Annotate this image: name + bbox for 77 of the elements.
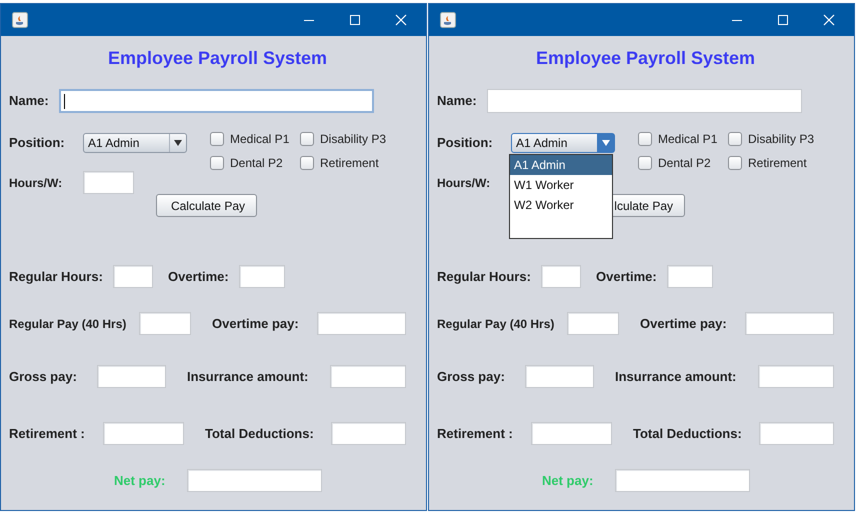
field-label: Overtime: <box>596 268 658 286</box>
output-field[interactable] <box>139 312 191 335</box>
name-field[interactable] <box>59 89 374 113</box>
net-pay-label: Net pay: <box>114 472 166 490</box>
checkbox-label: Dental P2 <box>658 155 711 172</box>
output-field[interactable] <box>758 365 834 388</box>
field-label: Name: <box>437 92 478 110</box>
checkbox[interactable] <box>300 132 314 146</box>
field-label: Overtime pay: <box>640 314 728 333</box>
field-label: Regular Pay (40 Hrs) <box>9 316 128 332</box>
field-label: Regular Pay (40 Hrs) <box>437 316 556 332</box>
field-label: Insurrance amount: <box>187 368 310 386</box>
checkbox[interactable] <box>210 132 224 146</box>
checkbox-label: Disability P3 <box>320 131 386 148</box>
dropdown-option[interactable]: A1 Admin <box>510 155 612 175</box>
checkbox[interactable] <box>638 156 652 170</box>
checkbox-label: Disability P3 <box>748 131 814 148</box>
caret-icon <box>602 140 610 146</box>
field-label: Total Deductions: <box>205 424 315 443</box>
cup-icon <box>12 12 28 28</box>
field-label: Gross pay: <box>9 368 78 386</box>
checkbox[interactable] <box>300 156 314 170</box>
output-field[interactable] <box>239 265 285 288</box>
name-field[interactable] <box>487 89 802 113</box>
output-field[interactable] <box>745 312 834 335</box>
field-label: Hours/W: <box>437 174 492 192</box>
checkbox-label: Retirement <box>748 155 807 172</box>
caret-icon <box>174 140 182 146</box>
maximize-icon[interactable] <box>349 14 361 26</box>
net-pay-field[interactable] <box>615 469 750 492</box>
checkbox-label: Dental P2 <box>230 155 283 172</box>
output-field[interactable] <box>97 365 166 388</box>
output-field[interactable] <box>567 312 619 335</box>
field-label: Overtime pay: <box>212 314 300 333</box>
calculate-button[interactable]: Calculate Pay <box>156 194 257 217</box>
hours-field[interactable] <box>83 171 134 194</box>
output-field[interactable] <box>113 265 153 288</box>
checkbox[interactable] <box>638 132 652 146</box>
field-label: Regular Hours: <box>9 268 104 286</box>
dropdown-option[interactable]: W1 Worker <box>510 175 612 195</box>
field-label: Retirement : <box>437 424 514 443</box>
app-heading: Employee Payroll System <box>108 47 328 69</box>
net-pay-label: Net pay: <box>542 472 594 490</box>
checkbox-label: Medical P1 <box>658 131 718 148</box>
field-label: Gross pay: <box>437 368 506 386</box>
field-label: Overtime: <box>168 268 230 286</box>
field-label: Hours/W: <box>9 174 64 192</box>
output-field[interactable] <box>759 422 834 445</box>
output-field[interactable] <box>541 265 581 288</box>
field-label: Total Deductions: <box>633 424 743 443</box>
position-dropdown[interactable]: A1 Admin <box>511 133 615 153</box>
output-field[interactable] <box>331 422 406 445</box>
field-label: Insurrance amount: <box>615 368 738 386</box>
field-label: Regular Hours: <box>437 268 532 286</box>
output-field[interactable] <box>525 365 594 388</box>
checkbox[interactable] <box>728 156 742 170</box>
checkbox-label: Retirement <box>320 155 379 172</box>
field-label: Position: <box>437 134 494 152</box>
close-icon[interactable] <box>823 14 835 26</box>
output-field[interactable] <box>317 312 406 335</box>
text-cursor <box>64 94 65 108</box>
close-icon[interactable] <box>395 14 407 26</box>
output-field[interactable] <box>667 265 713 288</box>
output-field[interactable] <box>531 422 612 445</box>
field-label: Retirement : <box>9 424 86 443</box>
net-pay-field[interactable] <box>187 469 322 492</box>
app-heading: Employee Payroll System <box>536 47 756 69</box>
field-label: Name: <box>9 92 50 110</box>
maximize-icon[interactable] <box>777 14 789 26</box>
cup-icon <box>440 12 456 28</box>
output-field[interactable] <box>330 365 406 388</box>
checkbox[interactable] <box>210 156 224 170</box>
output-field[interactable] <box>103 422 184 445</box>
checkbox[interactable] <box>728 132 742 146</box>
field-label: Position: <box>9 134 66 152</box>
position-dropdown[interactable]: A1 Admin <box>83 133 187 153</box>
checkbox-label: Medical P1 <box>230 131 290 148</box>
